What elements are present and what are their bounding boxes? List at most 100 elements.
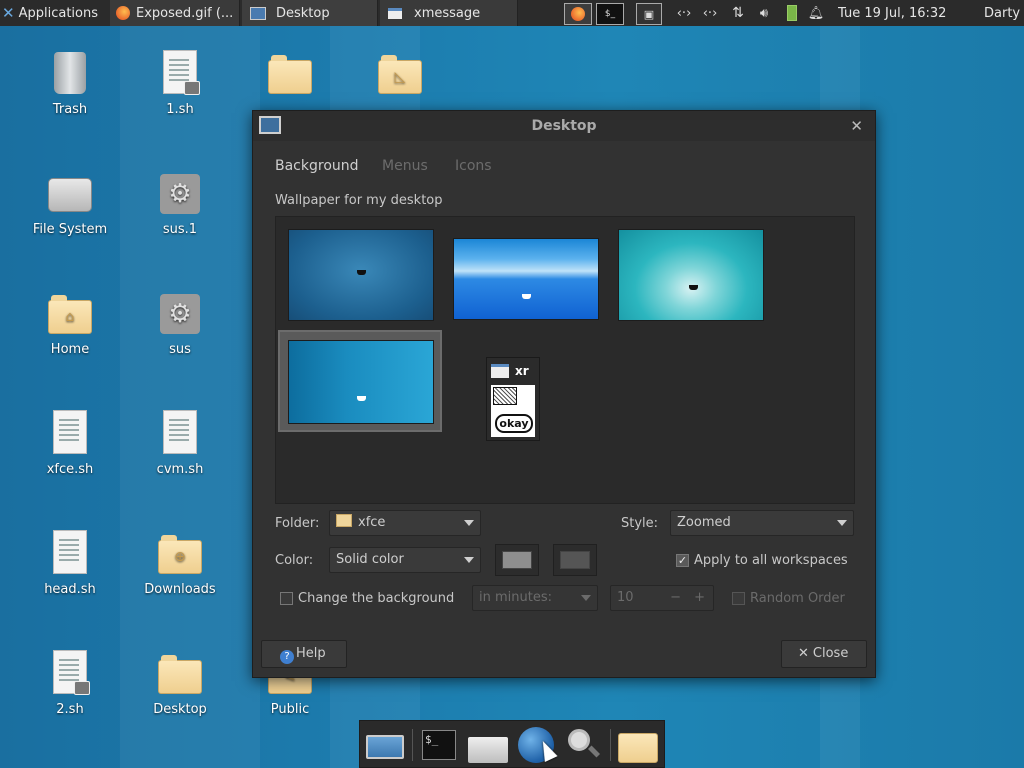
desktop-icon-head-sh[interactable]: head.sh: [20, 530, 120, 597]
task-button-desktop[interactable]: Desktop: [242, 0, 378, 26]
random-order-checkbox[interactable]: [732, 592, 745, 605]
close-icon[interactable]: ✕: [850, 117, 863, 135]
task-button-exposed[interactable]: Exposed.gif (...: [110, 0, 240, 26]
script-file-icon: [163, 410, 197, 454]
style-value: Zoomed: [677, 515, 731, 530]
help-button-label: Help: [296, 646, 326, 661]
desktop-icon-2-sh[interactable]: 2.sh: [20, 650, 120, 717]
desktop-icon-label: sus.1: [162, 222, 198, 237]
apply-all-checkbox[interactable]: ✓: [676, 554, 689, 567]
color-label: Color:: [275, 553, 314, 568]
wallpaper-thumbnail[interactable]: [288, 229, 434, 321]
change-background-label: Change the background: [298, 591, 455, 606]
chevron-down-icon: [464, 520, 474, 526]
task-label: Desktop: [276, 5, 330, 21]
desktop-icon-downloads[interactable]: ⊕ Downloads: [130, 530, 230, 597]
folder-select[interactable]: xfce: [329, 510, 481, 536]
network-icon[interactable]: ‹·›: [700, 3, 720, 23]
dock-separator: [412, 729, 413, 761]
secondary-color-button[interactable]: [553, 544, 597, 576]
desktop-icon-1-sh[interactable]: 1.sh: [130, 50, 230, 117]
style-select[interactable]: Zoomed: [670, 510, 854, 536]
chevron-down-icon: [464, 557, 474, 563]
wallpaper-thumbnail[interactable]: [618, 229, 764, 321]
close-icon: ✕: [798, 646, 809, 661]
firefox-icon: [116, 6, 130, 20]
desktop-icon-label: 1.sh: [166, 102, 194, 117]
task-button-xmessage[interactable]: xmessage: [380, 0, 518, 26]
xmessage-window[interactable]: xr okay: [486, 357, 540, 441]
desktop-icon-label: File System: [32, 222, 108, 237]
terminal-icon[interactable]: $_: [420, 727, 458, 763]
desktop-icon-folder[interactable]: [240, 50, 340, 102]
terminal-launcher-icon[interactable]: $_: [596, 3, 624, 25]
network-transfer-icon[interactable]: ⇅: [728, 3, 748, 23]
notification-bell-icon[interactable]: 🔔︎: [806, 3, 826, 23]
wallpaper-thumbnail[interactable]: [453, 238, 599, 320]
user-menu[interactable]: Darty uwu: [984, 0, 1024, 26]
volume-icon[interactable]: 🔊︎: [754, 3, 774, 23]
close-button[interactable]: ✕ Close: [781, 640, 867, 668]
desktop-icon-label: cvm.sh: [156, 462, 204, 477]
dialog-title: Desktop: [531, 118, 597, 134]
change-background-checkbox[interactable]: [280, 592, 293, 605]
desktop-icon-xfce-sh[interactable]: xfce.sh: [20, 410, 120, 477]
folder-icon[interactable]: [618, 727, 658, 763]
help-button[interactable]: ? Help: [261, 640, 347, 668]
xmessage-titlebar[interactable]: xr: [489, 360, 537, 382]
wallpaper-thumbnail[interactable]: [288, 340, 434, 424]
primary-color-button[interactable]: [495, 544, 539, 576]
desktop-icon-folder[interactable]: ◺: [350, 50, 450, 102]
chevron-down-icon: [837, 520, 847, 526]
dialog-titlebar[interactable]: Desktop ✕: [253, 111, 875, 141]
desktop-icon-home[interactable]: ⌂ Home: [20, 290, 120, 357]
plus-icon[interactable]: +: [694, 586, 705, 610]
firefox-launcher-icon[interactable]: [564, 3, 592, 25]
script-file-icon: [53, 530, 87, 574]
script-file-icon: [163, 50, 200, 95]
desktop-icon-cvm-sh[interactable]: cvm.sh: [130, 410, 230, 477]
gear-icon: ⚙: [160, 294, 200, 334]
desktop-icon-label: Public: [270, 702, 310, 717]
desktop-icon-label: Downloads: [144, 582, 216, 597]
show-desktop-icon[interactable]: [364, 727, 404, 763]
tab-background[interactable]: Background: [275, 158, 359, 174]
interval-value: 10: [617, 590, 634, 605]
desktop-icon-label: Desktop: [153, 702, 207, 717]
home-folder-icon[interactable]: [468, 727, 508, 763]
primary-color-swatch: [502, 551, 532, 569]
interval-unit-select[interactable]: in minutes:: [472, 585, 598, 611]
folder-value: xfce: [358, 515, 386, 530]
applications-menu-button[interactable]: ✕ Applications: [2, 0, 110, 26]
xmessage-title: xr: [515, 364, 529, 378]
desktop-icon-trash[interactable]: Trash: [20, 50, 120, 117]
xmessage-okay-button[interactable]: okay: [495, 414, 533, 433]
desktop-icon-sus[interactable]: ⚙ sus: [130, 290, 230, 357]
desktop-settings-icon: [250, 6, 266, 20]
screenshot-launcher-icon[interactable]: ▣: [636, 3, 662, 25]
boat-graphic: [689, 285, 698, 290]
tab-icons[interactable]: Icons: [455, 158, 492, 174]
selected-wallpaper-frame[interactable]: [278, 330, 442, 432]
script-file-icon: [53, 650, 90, 695]
minus-icon[interactable]: −: [670, 586, 681, 610]
wallpaper-grid: xr okay: [275, 216, 855, 504]
desktop-icon-desktop[interactable]: Desktop: [130, 650, 230, 717]
gear-icon: ⚙: [160, 174, 200, 214]
tab-menus[interactable]: Menus: [382, 158, 428, 174]
folder-label: Folder:: [275, 516, 320, 531]
color-mode-value: Solid color: [336, 552, 404, 567]
dock-separator: [610, 729, 611, 761]
lock-icon: [184, 81, 200, 95]
clock[interactable]: Tue 19 Jul, 16:32: [838, 0, 978, 26]
battery-icon[interactable]: [782, 3, 802, 23]
interval-spinner[interactable]: 10 − +: [610, 585, 714, 611]
color-mode-select[interactable]: Solid color: [329, 547, 481, 573]
boat-graphic: [357, 396, 366, 401]
desktop-icon-sus-1[interactable]: ⚙ sus.1: [130, 170, 230, 237]
desktop-icon-file-system[interactable]: File System: [20, 170, 120, 237]
search-icon[interactable]: [564, 727, 602, 763]
xmessage-text-area: [493, 387, 517, 405]
network-icon[interactable]: ‹·›: [674, 3, 694, 23]
lock-icon: [74, 681, 90, 695]
